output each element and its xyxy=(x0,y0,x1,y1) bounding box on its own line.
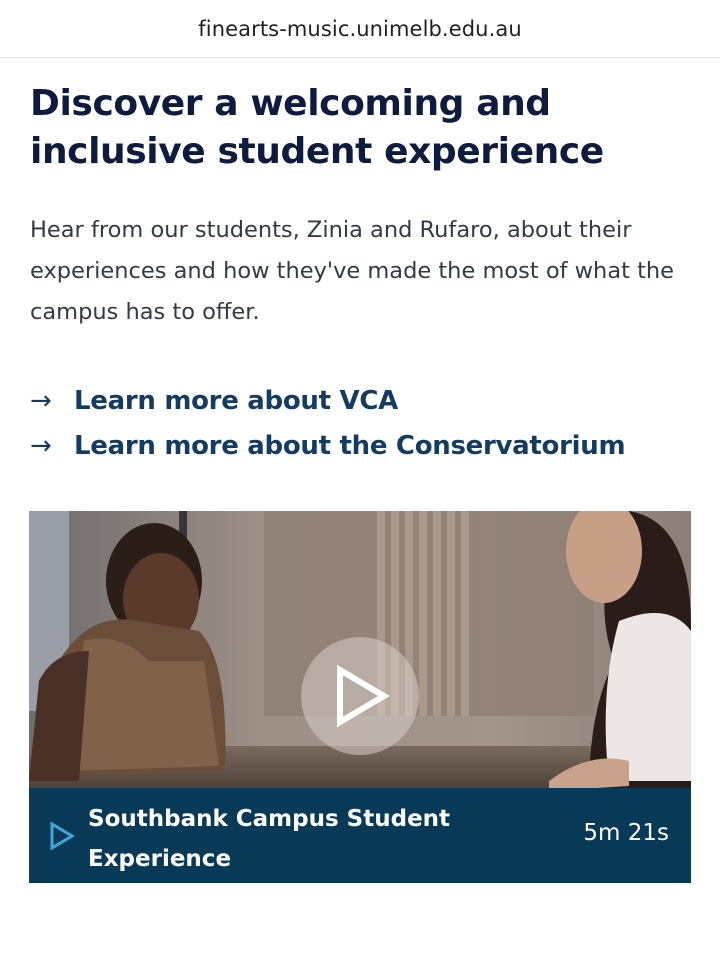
learn-more-vca-link[interactable]: → Learn more about VCA xyxy=(30,378,700,423)
video-caption-bar[interactable]: Southbank Campus Student Experience 5m 2… xyxy=(29,788,691,883)
play-button[interactable] xyxy=(301,637,419,755)
video-player[interactable]: Southbank Campus Student Experience 5m 2… xyxy=(29,511,691,883)
learn-more-conservatorium-link[interactable]: → Learn more about the Conservatorium xyxy=(30,423,700,468)
link-list: → Learn more about VCA → Learn more abou… xyxy=(30,378,700,468)
url-text: finearts-music.unimelb.edu.au xyxy=(198,16,522,41)
link-label: Learn more about VCA xyxy=(74,385,398,416)
arrow-right-icon: → xyxy=(30,385,52,416)
link-label: Learn more about the Conservatorium xyxy=(74,430,626,461)
play-outline-icon xyxy=(50,821,75,851)
intro-paragraph: Hear from our students, Zinia and Rufaro… xyxy=(30,217,675,325)
video-title: Southbank Campus Student Experience xyxy=(88,806,451,872)
page-heading: Discover a welcoming and inclusive stude… xyxy=(30,83,604,172)
arrow-right-icon: → xyxy=(30,430,52,461)
browser-address-bar[interactable]: finearts-music.unimelb.edu.au xyxy=(0,0,720,58)
play-icon xyxy=(337,664,390,728)
video-duration: 5m 21s xyxy=(583,820,669,846)
